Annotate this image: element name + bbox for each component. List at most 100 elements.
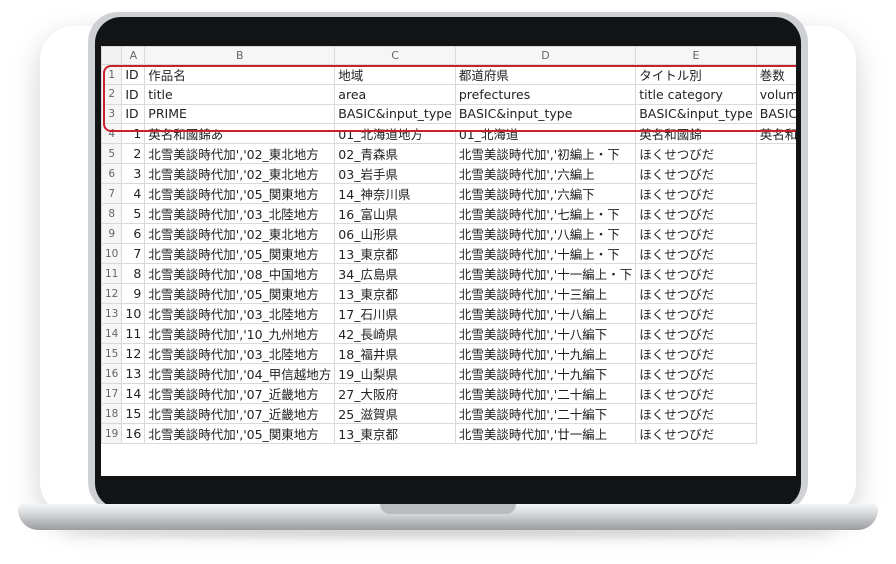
table-cell[interactable]: 北雪美談時代加','十編上・下 (454, 243, 637, 264)
table-cell[interactable]: 12 (121, 343, 146, 364)
table-cell[interactable]: 14 (121, 383, 146, 404)
table-cell[interactable]: ID (121, 84, 146, 105)
table-cell[interactable]: 北雪美談時代加','十一編上・下 (454, 263, 637, 284)
table-cell[interactable]: 北雪美談時代加','05_関東地方 (144, 283, 336, 304)
table-cell[interactable]: 10 (121, 303, 146, 324)
table-cell[interactable]: 北雪美談時代加','08_中国地方 (144, 263, 336, 284)
table-cell[interactable]: 13_東京都 (334, 283, 456, 304)
table-cell[interactable]: ほくせつびだ (635, 403, 757, 424)
row-number[interactable]: 8 (101, 203, 123, 224)
table-cell[interactable]: ほくせつびだ (635, 343, 757, 364)
table-cell[interactable]: 北雪美談時代加','02_東北地方 (144, 163, 336, 184)
table-cell[interactable]: 9 (121, 283, 146, 304)
table-cell[interactable]: 北雪美談時代加','05_関東地方 (144, 423, 336, 444)
table-cell[interactable]: 北雪美談時代加','05_関東地方 (144, 243, 336, 264)
table-cell[interactable]: 北雪美談時代加','初編上・下 (454, 143, 637, 164)
table-cell[interactable]: 11 (121, 323, 146, 344)
table-cell[interactable]: ほくせつびだ (635, 323, 757, 344)
table-cell[interactable]: ほくせつびだ (635, 183, 757, 204)
row-number[interactable]: 9 (101, 223, 123, 244)
table-cell[interactable]: 北雪美談時代加','10_九州地方 (144, 323, 336, 344)
row-number[interactable]: 18 (101, 403, 123, 424)
table-cell[interactable]: ほくせつびだ (635, 143, 757, 164)
row-number[interactable]: 19 (101, 423, 123, 444)
table-cell[interactable]: 北雪美談時代加','02_東北地方 (144, 143, 336, 164)
table-cell[interactable]: 北雪美談時代加','十八編下 (454, 323, 637, 344)
table-cell[interactable]: 北雪美談時代加','03_北陸地方 (144, 343, 336, 364)
row-number[interactable]: 4 (101, 123, 123, 144)
row-number[interactable]: 16 (101, 363, 123, 384)
table-cell[interactable]: ほくせつびだ (635, 223, 757, 244)
table-cell[interactable]: 01_北海道 (454, 123, 637, 144)
table-cell[interactable]: ID (121, 64, 146, 85)
table-cell[interactable]: 北雪美談時代加','十三編上 (454, 283, 637, 304)
table-cell[interactable]: 5 (121, 203, 146, 224)
table-cell[interactable]: ほくせつびだ (635, 263, 757, 284)
table-cell[interactable]: 19_山梨県 (334, 363, 456, 384)
table-cell[interactable]: 北雪美談時代加','03_北陸地方 (144, 303, 336, 324)
table-cell[interactable]: 北雪美談時代加','廿一編上 (454, 423, 637, 444)
table-cell[interactable]: 北雪美談時代加','04_甲信越地方 (144, 363, 336, 384)
column-header[interactable]: D (454, 46, 637, 65)
table-cell[interactable]: ほくせつびだ (635, 423, 757, 444)
row-number[interactable]: 2 (101, 84, 123, 105)
select-all-corner[interactable] (101, 46, 123, 65)
table-cell[interactable]: 17_石川県 (334, 303, 456, 324)
table-cell[interactable]: 16 (121, 423, 146, 444)
table-cell[interactable]: 北雪美談時代加','二十編上 (454, 383, 637, 404)
table-cell[interactable]: 13_東京都 (334, 243, 456, 264)
table-cell[interactable]: 北雪美談時代加','05_関東地方 (144, 183, 336, 204)
table-cell[interactable]: ほくせつびだ (635, 383, 757, 404)
table-cell[interactable]: title (144, 84, 336, 105)
row-number[interactable]: 10 (101, 243, 123, 264)
table-cell[interactable]: 都道府県 (454, 64, 637, 85)
table-cell[interactable]: 巻数 (755, 64, 796, 85)
table-cell[interactable]: 8 (121, 263, 146, 284)
table-cell[interactable]: 3 (121, 163, 146, 184)
table-cell[interactable]: title category (635, 84, 757, 105)
table-cell[interactable]: volume (755, 84, 796, 105)
table-cell[interactable]: 02_青森県 (334, 143, 456, 164)
table-cell[interactable]: 北雪美談時代加','八編上・下 (454, 223, 637, 244)
row-number[interactable]: 1 (101, 64, 123, 85)
row-number[interactable]: 7 (101, 183, 123, 204)
row-number[interactable]: 14 (101, 323, 123, 344)
table-cell[interactable]: ほくせつびだ (635, 163, 757, 184)
table-cell[interactable]: 北雪美談時代加','六編下 (454, 183, 637, 204)
table-cell[interactable]: BASIC&input_type (755, 103, 796, 124)
table-cell[interactable]: 13_東京都 (334, 423, 456, 444)
table-cell[interactable]: 42_長崎県 (334, 323, 456, 344)
row-number[interactable]: 12 (101, 283, 123, 304)
table-cell[interactable]: ほくせつびだ (635, 363, 757, 384)
table-cell[interactable]: タイトル別 (635, 64, 757, 85)
table-cell[interactable]: ほくせつびだ (635, 203, 757, 224)
table-cell[interactable]: 15 (121, 403, 146, 424)
table-cell[interactable]: 北雪美談時代加','六編上 (454, 163, 637, 184)
table-cell[interactable]: BASIC&input_type (635, 103, 757, 124)
table-cell[interactable]: 北雪美談時代加','07_近畿地方 (144, 403, 336, 424)
column-header[interactable]: B (144, 46, 336, 65)
row-number[interactable]: 11 (101, 263, 123, 284)
table-cell[interactable]: BASIC&input_type (334, 103, 456, 124)
table-cell[interactable]: 1 (121, 123, 146, 144)
table-cell[interactable]: ほくせつびだ (635, 283, 757, 304)
row-number[interactable]: 17 (101, 383, 123, 404)
table-cell[interactable]: 7 (121, 243, 146, 264)
row-number[interactable]: 6 (101, 163, 123, 184)
column-header[interactable]: A (121, 46, 146, 65)
table-cell[interactable]: 北雪美談時代加','03_北陸地方 (144, 203, 336, 224)
column-header[interactable]: F (755, 46, 796, 65)
table-cell[interactable]: area (334, 84, 456, 105)
row-number[interactable]: 15 (101, 343, 123, 364)
table-cell[interactable]: 英名和國錦あ (144, 123, 336, 144)
table-cell[interactable]: 英名和國錦 (635, 123, 757, 144)
table-cell[interactable]: 北雪美談時代加','二十編下 (454, 403, 637, 424)
row-number[interactable]: 5 (101, 143, 123, 164)
table-cell[interactable]: 34_広島県 (334, 263, 456, 284)
table-cell[interactable]: 北雪美談時代加','七編上・下 (454, 203, 637, 224)
table-cell[interactable]: 27_大阪府 (334, 383, 456, 404)
table-cell[interactable]: 6 (121, 223, 146, 244)
table-cell[interactable]: ほくせつびだ (635, 243, 757, 264)
table-cell[interactable]: 01_北海道地方 (334, 123, 456, 144)
table-cell[interactable]: 北雪美談時代加','07_近畿地方 (144, 383, 336, 404)
